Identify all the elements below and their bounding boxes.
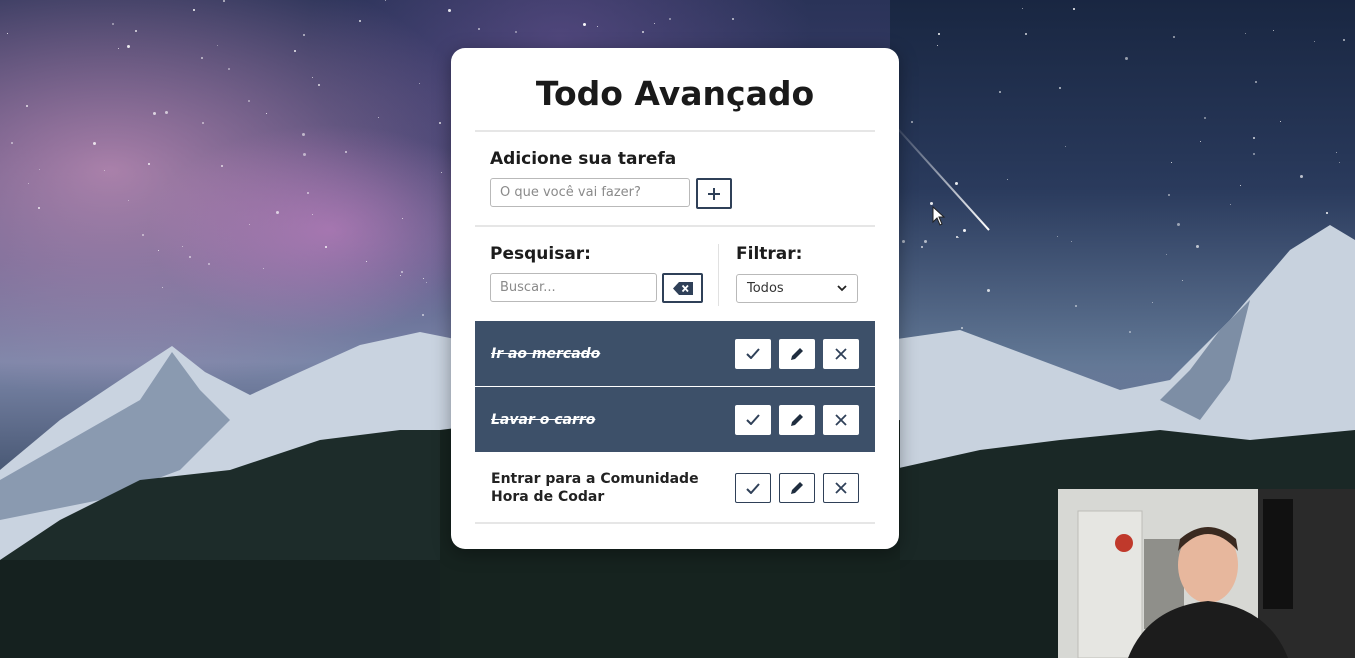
todo-actions xyxy=(735,473,859,503)
complete-todo-button[interactable] xyxy=(735,338,771,369)
add-task-input[interactable] xyxy=(490,178,690,207)
app-title: Todo Avançado xyxy=(535,74,815,113)
close-icon xyxy=(835,347,847,360)
remove-todo-button[interactable] xyxy=(823,338,859,369)
todo-text: Lavar o carro xyxy=(491,411,596,428)
add-task-button[interactable] xyxy=(696,178,732,209)
filter-label: Filtrar: xyxy=(736,244,803,264)
search-filter-separator xyxy=(718,244,719,306)
divider xyxy=(475,130,875,132)
edit-todo-button[interactable] xyxy=(779,338,815,369)
add-task-label: Adicione sua tarefa xyxy=(490,149,677,169)
pencil-icon xyxy=(791,413,803,426)
chevron-down-icon xyxy=(837,285,847,292)
edit-todo-button[interactable] xyxy=(779,473,815,503)
search-label: Pesquisar: xyxy=(490,244,591,264)
complete-todo-button[interactable] xyxy=(735,473,771,503)
filter-select[interactable]: Todos xyxy=(736,274,858,303)
complete-todo-button[interactable] xyxy=(735,404,771,435)
edit-todo-button[interactable] xyxy=(779,404,815,435)
check-icon xyxy=(746,348,760,359)
todo-text: Entrar para a Comunidade Hora de Codar xyxy=(491,471,699,505)
todo-item: Ir ao mercado xyxy=(475,321,875,386)
search-input[interactable] xyxy=(490,273,657,302)
check-icon xyxy=(746,482,760,494)
todo-actions xyxy=(735,338,859,369)
pencil-icon xyxy=(791,347,803,360)
divider xyxy=(475,225,875,227)
remove-todo-button[interactable] xyxy=(823,404,859,435)
todo-app-card: Todo Avançado Adicione sua tarefa Pesqui… xyxy=(451,48,899,549)
webcam-overlay xyxy=(1058,489,1355,658)
todo-item: Lavar o carro xyxy=(475,387,875,452)
remove-todo-button[interactable] xyxy=(823,473,859,503)
clear-search-button[interactable] xyxy=(662,273,703,303)
check-icon xyxy=(746,414,760,425)
backspace-icon xyxy=(672,281,693,295)
mouse-cursor-icon xyxy=(932,206,946,226)
todo-text: Ir ao mercado xyxy=(491,345,601,362)
close-icon xyxy=(835,413,847,426)
pencil-icon xyxy=(791,482,803,494)
divider xyxy=(475,522,875,524)
webcam-video xyxy=(1058,489,1355,658)
todo-actions xyxy=(735,404,859,435)
todo-item: Entrar para a Comunidade Hora de Codar xyxy=(475,453,875,523)
close-icon xyxy=(835,482,847,494)
filter-selected-value: Todos xyxy=(747,281,784,296)
plus-icon xyxy=(708,187,720,200)
